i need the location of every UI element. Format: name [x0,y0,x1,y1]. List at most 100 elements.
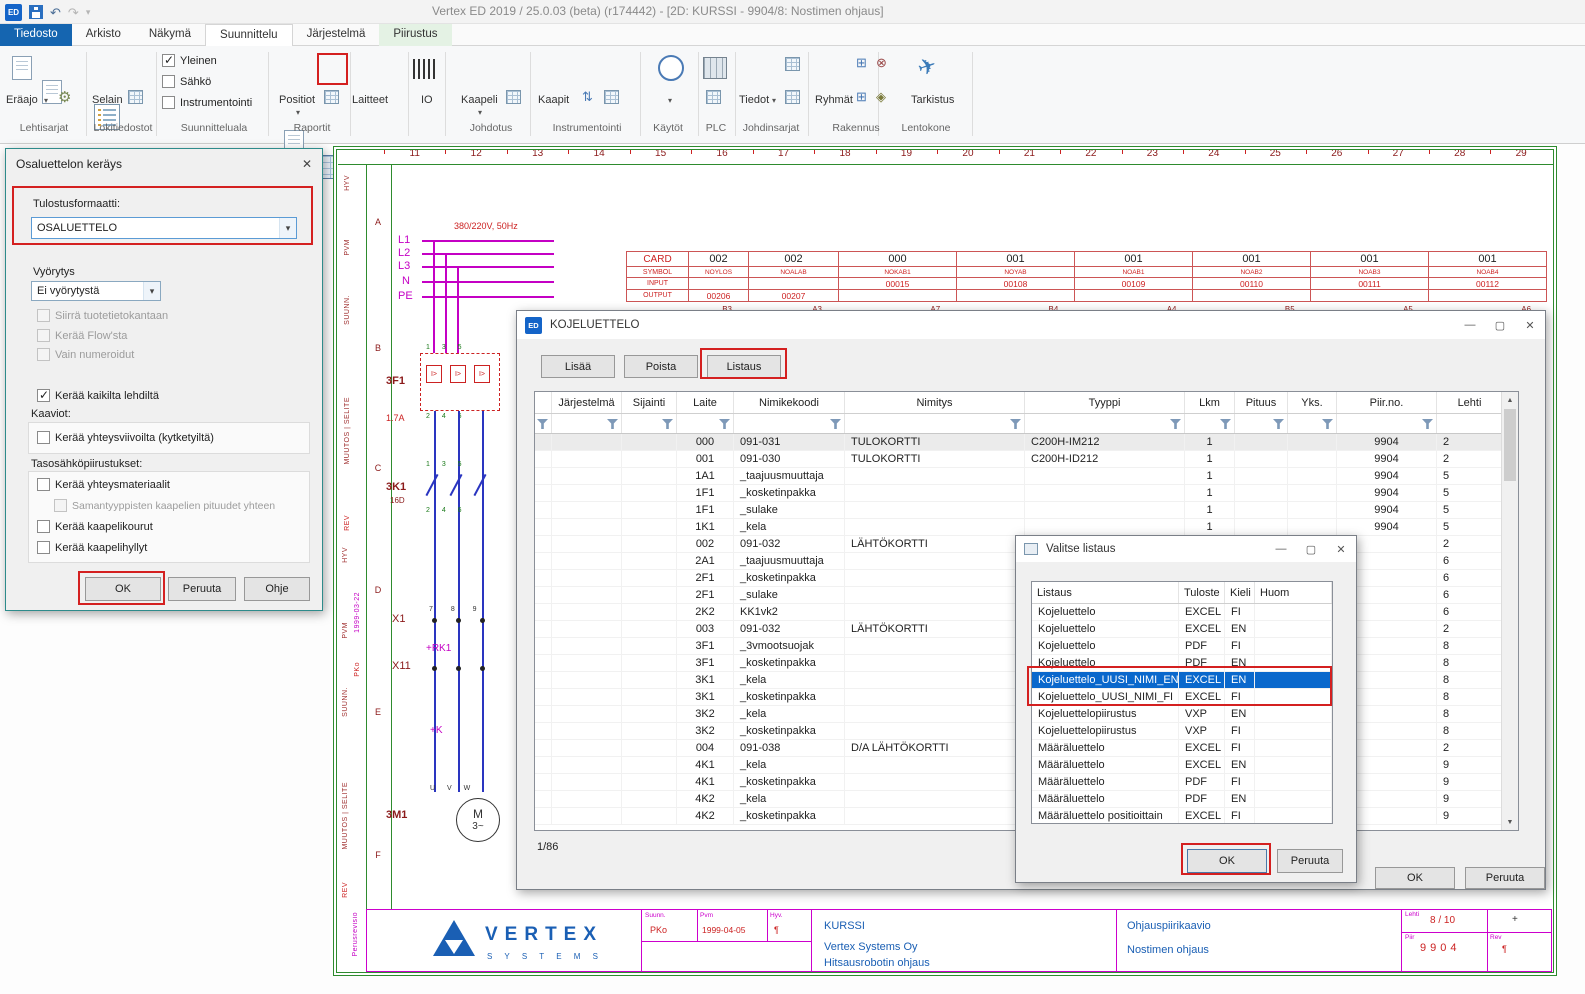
instrument-updown-icon[interactable]: ⇅ [582,90,593,103]
scroll-down-icon[interactable]: ▼ [1502,814,1518,830]
column-filter[interactable] [1235,414,1288,433]
column-header[interactable]: Pituus [1235,392,1288,413]
column-header[interactable]: Sijainti [622,392,677,413]
table-row[interactable]: MääräluetteloEXCELEN [1032,757,1332,774]
positiot-button[interactable]: Positiot [279,94,315,106]
kaytot-motor-icon[interactable] [658,55,684,81]
ok-button[interactable]: OK [1187,849,1267,873]
table-row[interactable]: KojeluetteloEXCELEN [1032,621,1332,638]
kaapit-button[interactable]: Kaapit [538,94,569,106]
column-header[interactable] [535,392,552,413]
ryhmat-button[interactable]: Ryhmät [815,94,853,106]
column-header[interactable]: Yks. [1288,392,1337,413]
column-header[interactable]: Lkm [1185,392,1235,413]
column-filter[interactable] [1288,414,1337,433]
ok-button[interactable]: OK [1375,867,1455,889]
harness-table-icon[interactable] [785,90,800,104]
checkbox-samantyyppisten[interactable]: Samantyyppisten kaapelien pituudet yhtee… [54,499,275,512]
checkbox-siirra-tuotetietokantaan[interactable]: Siirrä tuotetietokantaan [37,309,168,322]
io-button[interactable]: IO [421,94,433,106]
table-row[interactable]: 001091-030TULOKORTTIC200H-ID212199042 [535,451,1518,468]
checkbox-keraa-flowsta[interactable]: Kerää Flow'sta [37,329,127,342]
cancel-button[interactable]: Peruuta [168,577,236,601]
maximize-icon[interactable]: ▢ [1485,311,1515,339]
table-row[interactable]: MääräluetteloEXCELFI [1032,740,1332,757]
scroll-up-icon[interactable]: ▲ [1502,392,1518,408]
checkbox-keraa-kaapelihyllyt[interactable]: Kerää kaapelihyllyt [37,541,147,554]
column-filter[interactable] [622,414,677,433]
column-filter[interactable] [1025,414,1185,433]
tiedot-button[interactable]: Tiedot [739,94,769,106]
table-row[interactable]: 1K1_kela199045 [535,519,1518,536]
batch-run-icon[interactable] [12,56,32,80]
cable-grid-icon[interactable] [506,90,521,104]
table-row[interactable]: 1F1_sulake199045 [535,502,1518,519]
tab-arkisto[interactable]: Arkisto [72,24,135,46]
table-row[interactable]: 1A1_taajuusmuuttaja199045 [535,468,1518,485]
column-header[interactable]: Tyyppi [1025,392,1185,413]
column-header[interactable]: Piir.no. [1337,392,1437,413]
laitteet-button[interactable]: Laitteet [352,94,388,106]
tab-tiedosto[interactable]: Tiedosto [0,24,72,46]
help-button[interactable]: Ohje [244,577,310,601]
save-icon[interactable] [29,5,43,19]
titlebar[interactable]: ED ↶ ↷ ▾ Vertex ED 2019 / 25.0.03 (beta)… [0,0,1585,24]
instrument-grid-icon[interactable] [604,90,619,104]
sheet-gear-icon[interactable]: ⚙ [58,90,71,105]
column-header[interactable]: Lehti [1437,392,1503,413]
plc-edit-icon[interactable] [706,90,721,104]
selain-button[interactable]: Selain [92,94,123,106]
eraajo-button[interactable]: Eräajo [6,94,38,106]
qat-customize-icon[interactable]: ▾ [86,8,91,17]
redo-icon[interactable]: ↷ [68,6,79,19]
table-row[interactable]: KojeluetteloPDFFI [1032,638,1332,655]
cancel-button[interactable]: Peruuta [1465,867,1545,889]
kaapeli-caret-icon[interactable]: ▾ [478,108,482,117]
log-delete-icon[interactable] [128,90,143,104]
column-header[interactable]: Järjestelmä [552,392,622,413]
cancel-button[interactable]: Peruuta [1277,849,1343,873]
plc-icon[interactable] [703,57,727,79]
group-remove-icon[interactable]: ⊗ [876,56,887,69]
checkbox-yleinen[interactable]: Yleinen [162,54,217,67]
close-icon[interactable]: ✕ [1326,536,1356,562]
valitse-titlebar[interactable]: Valitse listaus — ▢ ✕ [1016,536,1356,562]
column-header[interactable]: Listaus [1032,582,1179,603]
tab-suunnittelu[interactable]: Suunnittelu [205,24,293,46]
output-format-select[interactable]: OSALUETTELO ▾ [31,217,297,239]
listing-button[interactable]: Listaus [707,355,781,378]
positiot-caret-icon[interactable]: ▾ [296,108,300,117]
table-row[interactable]: KojeluetteloEXCELFI [1032,604,1332,621]
vertical-scrollbar[interactable]: ▲ ▼ [1501,392,1518,830]
table-row[interactable]: 1F1_kosketinpakka199045 [535,485,1518,502]
undo-icon[interactable]: ↶ [50,6,61,19]
column-filter[interactable] [1185,414,1235,433]
column-filter[interactable] [1337,414,1437,433]
table-row[interactable]: KojeluettelopiirustusVXPFI [1032,723,1332,740]
scrollbar-thumb[interactable] [1504,409,1516,481]
tab-piirustus[interactable]: Piirustus [379,24,451,46]
checkbox-keraa-yhteysviivoilta[interactable]: Kerää yhteysviivoilta (kytketyiltä) [37,431,214,444]
group-diamond-icon[interactable]: ◈ [876,90,886,103]
column-filter[interactable] [535,414,552,433]
osaluettelo-titlebar[interactable]: Osaluettelon keräys ✕ [6,149,322,179]
combo-caret-icon[interactable]: ▾ [279,218,296,238]
checkbox-keraa-yhteysmateriaalit[interactable]: Kerää yhteysmateriaalit [37,478,170,491]
minimize-icon[interactable]: — [1266,536,1296,562]
combo-caret-icon[interactable]: ▾ [143,282,160,300]
add-button[interactable]: Lisää [541,355,615,378]
tab-jarjestelma[interactable]: Järjestelmä [293,24,380,46]
ok-button[interactable]: OK [85,577,161,601]
rollup-select[interactable]: Ei vyörytystä ▾ [31,281,161,301]
column-header[interactable]: Nimikekoodi [734,392,845,413]
column-filter[interactable] [734,414,845,433]
table-row[interactable]: Kojeluettelo_UUSI_NIMI_FIEXCELFI [1032,689,1332,706]
column-header[interactable]: Tuloste [1179,582,1225,603]
kaytot-caret-icon[interactable]: ▾ [668,96,672,105]
table-row[interactable]: 000091-031TULOKORTTIC200H-IM212199042 [535,434,1518,451]
tarkistus-button[interactable]: Tarkistus [911,94,954,106]
column-header[interactable]: Laite [677,392,734,413]
column-filter[interactable] [845,414,1025,433]
table-row[interactable]: Kojeluettelo_UUSI_NIMI_ENEXCELEN [1032,672,1332,689]
table-row[interactable]: KojeluetteloPDFEN [1032,655,1332,672]
